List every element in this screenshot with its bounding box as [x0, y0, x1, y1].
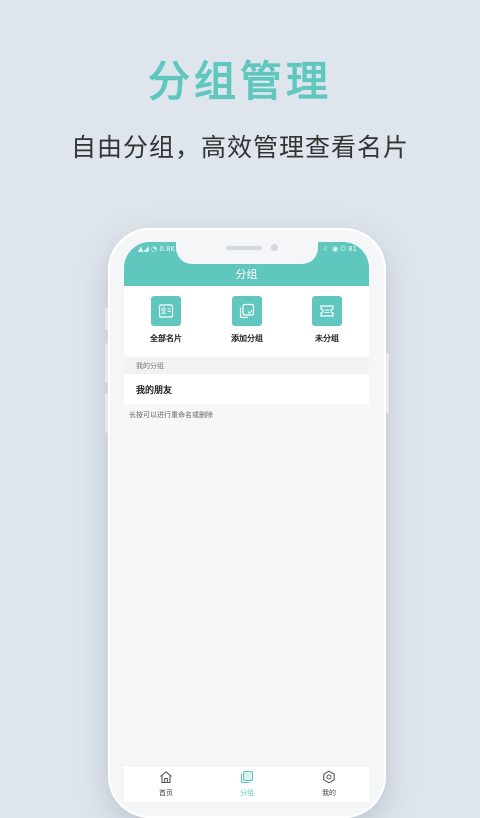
- app-title: 分组: [235, 268, 258, 281]
- front-camera: [271, 244, 278, 251]
- status-bar-left: ▲◢ ◔ 0.8K: [138, 245, 176, 253]
- section-header-label: 我的分组: [136, 362, 164, 370]
- side-button-power: [386, 353, 389, 413]
- side-button-volume-down: [105, 393, 108, 433]
- all-cards-button[interactable]: 全部名片: [131, 286, 201, 356]
- hint-text: 长按可以进行重命名或删除: [129, 411, 213, 419]
- promo-title: 分组管理: [147, 57, 332, 106]
- side-button-volume-up: [105, 343, 108, 383]
- ungrouped-icon: [312, 296, 342, 326]
- ungrouped-label: 未分组: [315, 334, 339, 343]
- bottom-tab-bar: 首页 分组 我的: [124, 765, 369, 802]
- add-group-label: 添加分组: [231, 334, 263, 343]
- phone-mockup: ▲◢ ◔ 0.8K ☾ ◉ ⏻ 81 分组 全部名片 添加分组 未分组 我的分组…: [105, 228, 389, 818]
- quick-actions: 全部名片 添加分组 未分组: [124, 286, 369, 356]
- tab-group-label: 分组: [240, 789, 254, 797]
- group-name: 我的朋友: [136, 386, 173, 396]
- tab-home[interactable]: 首页: [136, 766, 196, 802]
- tab-profile-label: 我的: [322, 789, 336, 797]
- ungrouped-button[interactable]: 未分组: [292, 286, 362, 356]
- side-button-mute: [105, 308, 108, 330]
- add-group-button[interactable]: 添加分组: [212, 286, 282, 356]
- add-group-icon: [232, 296, 262, 326]
- group-icon: [240, 770, 254, 784]
- promo-subtitle: 自由分组，高效管理查看名片: [70, 133, 409, 162]
- all-cards-label: 全部名片: [150, 334, 182, 343]
- tab-home-label: 首页: [159, 789, 173, 797]
- tab-profile[interactable]: 我的: [299, 766, 359, 802]
- section-header: 我的分组: [124, 358, 369, 374]
- group-row[interactable]: 我的朋友: [124, 374, 369, 404]
- contact-card-icon: [151, 296, 181, 326]
- home-icon: [160, 771, 172, 784]
- phone-notch: [176, 242, 318, 264]
- speaker-grille: [226, 246, 262, 250]
- status-bar-right: ☾ ◉ ⏻ 81: [323, 245, 357, 253]
- profile-icon: [323, 770, 335, 784]
- tab-group[interactable]: 分组: [217, 766, 277, 802]
- phone-screen: ▲◢ ◔ 0.8K ☾ ◉ ⏻ 81 分组 全部名片 添加分组 未分组 我的分组…: [124, 242, 369, 802]
